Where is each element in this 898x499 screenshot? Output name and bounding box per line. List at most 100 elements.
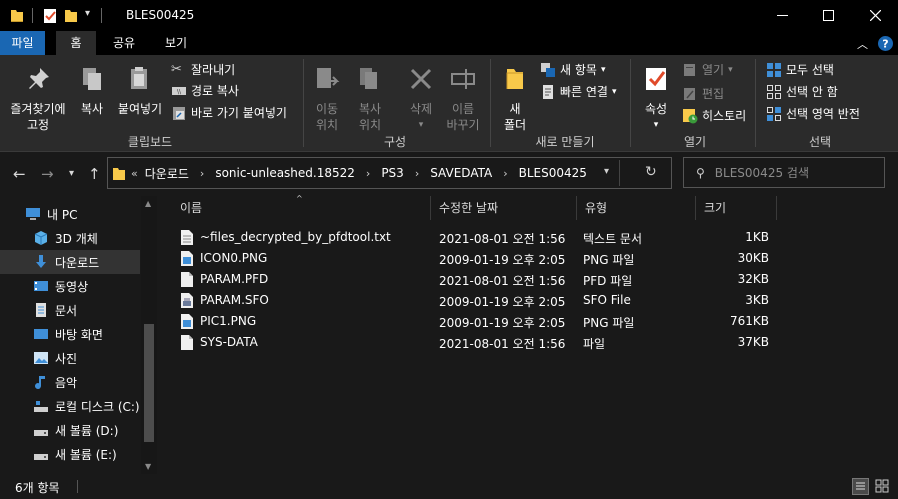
properties-check-icon xyxy=(646,68,666,90)
file-size: 761KB xyxy=(729,314,769,328)
breadcrumb-overflow[interactable]: « xyxy=(131,167,138,180)
properties-check-icon[interactable] xyxy=(42,7,58,24)
file-row[interactable]: ICON0.PNG 2009-01-19 오후 2:05 PNG 파일 30KB xyxy=(172,248,776,269)
new-folder-button[interactable]: 새 폴더 xyxy=(496,55,534,133)
minimize-button[interactable] xyxy=(759,0,805,31)
tab-share[interactable]: 공유 xyxy=(103,31,145,55)
up-arrow-icon[interactable]: ↑ xyxy=(88,165,101,183)
breadcrumb-item[interactable]: SAVEDATA xyxy=(430,166,492,180)
delete-x-icon xyxy=(410,68,432,90)
copy-button[interactable]: 복사 xyxy=(72,55,112,117)
nav-item-this-pc[interactable]: 내 PC xyxy=(0,202,140,226)
paste-button[interactable]: 붙여넣기 xyxy=(112,55,168,117)
file-name: PARAM.PFD xyxy=(200,272,269,286)
paste-shortcut-button[interactable]: 바로 가기 붙여넣기 xyxy=(171,103,287,123)
large-icons-view-button[interactable] xyxy=(874,478,891,495)
picture-icon xyxy=(34,352,48,364)
address-dropdown-icon[interactable]: ▾ xyxy=(604,166,609,177)
document-icon xyxy=(36,303,46,317)
nav-item-downloads[interactable]: 다운로드 xyxy=(0,250,140,274)
easy-access-button[interactable]: 빠른 연결 ▾ xyxy=(540,82,617,102)
collapse-ribbon-icon[interactable]: ︿ xyxy=(857,36,868,52)
file-type: 파일 xyxy=(583,337,606,351)
copy-to-button[interactable]: 복사 위치 xyxy=(350,55,390,133)
delete-button[interactable]: 삭제 ▾ xyxy=(401,55,441,133)
file-row[interactable]: ~files_decrypted_by_pfdtool.txt 2021-08-… xyxy=(172,227,776,248)
open-icon xyxy=(684,64,695,76)
file-row[interactable]: SYS-DATA 2021-08-01 오전 1:56 파일 37KB xyxy=(172,332,776,353)
cut-button[interactable]: ✂ 잘라내기 xyxy=(171,60,235,80)
nav-item-documents[interactable]: 문서 xyxy=(0,298,140,322)
navigation-pane-scrollbar[interactable]: ▲ ▼ xyxy=(141,196,157,478)
ribbon-tab-bar: 파일 홈 공유 보기 ︿ ? xyxy=(0,31,898,55)
breadcrumb-item[interactable]: BLES00425 xyxy=(519,166,587,180)
refresh-icon[interactable]: ↻ xyxy=(645,164,657,180)
breadcrumb-chevron-icon[interactable]: › xyxy=(415,167,419,180)
breadcrumb-item[interactable]: sonic-unleashed.18522 xyxy=(215,166,355,180)
forward-arrow-icon[interactable]: → xyxy=(41,165,54,183)
tab-home[interactable]: 홈 xyxy=(56,31,96,55)
breadcrumb-item[interactable]: 다운로드 xyxy=(145,165,189,182)
invert-selection-button[interactable]: 선택 영역 반전 xyxy=(766,104,860,124)
tab-view[interactable]: 보기 xyxy=(155,31,197,55)
maximize-button[interactable] xyxy=(805,0,851,31)
status-bar: 6개 항목 xyxy=(0,474,898,499)
new-folder-icon[interactable] xyxy=(64,7,78,24)
nav-item-drive-c[interactable]: 로컬 디스크 (C:) xyxy=(0,394,140,418)
help-icon[interactable]: ? xyxy=(878,36,893,51)
nav-item-drive-e[interactable]: 새 볼륨 (E:) xyxy=(0,442,140,466)
paste-shortcut-icon xyxy=(173,107,185,120)
history-button[interactable]: 히스토리 xyxy=(682,106,746,126)
column-header-size[interactable]: 크기 xyxy=(696,196,777,220)
breadcrumb-chevron-icon[interactable]: › xyxy=(200,167,204,180)
close-icon xyxy=(869,10,881,21)
move-to-label: 이동 위치 xyxy=(315,102,339,132)
nav-item-videos[interactable]: 동영상 xyxy=(0,274,140,298)
navigation-pane: 내 PC 3D 개체 다운로드 동영상 문서 바탕 화면 사진 음악 로컬 디스… xyxy=(0,196,157,474)
breadcrumb-chevron-icon[interactable]: › xyxy=(366,167,370,180)
scrollbar-thumb[interactable] xyxy=(144,324,154,442)
new-item-button[interactable]: 새 항목 ▾ xyxy=(540,60,605,80)
nav-item-pictures[interactable]: 사진 xyxy=(0,346,140,370)
nav-item-3d-objects[interactable]: 3D 개체 xyxy=(0,226,140,250)
delete-label: 삭제 xyxy=(409,102,433,116)
open-dropdown-icon: ▾ xyxy=(728,65,733,75)
select-none-button[interactable]: 선택 안 함 xyxy=(766,82,838,102)
delete-dropdown-icon[interactable]: ▾ xyxy=(401,117,441,133)
edit-icon xyxy=(684,88,695,100)
breadcrumb-item[interactable]: PS3 xyxy=(381,166,404,180)
properties-button[interactable]: 속성 ▾ xyxy=(636,55,676,133)
details-view-button[interactable] xyxy=(852,478,869,495)
scroll-down-icon[interactable]: ▼ xyxy=(145,462,151,471)
address-bar[interactable]: « 다운로드 › sonic-unleashed.18522 › PS3 › S… xyxy=(107,157,672,189)
open-button[interactable]: 열기 ▾ xyxy=(682,60,733,80)
select-all-button[interactable]: 모두 선택 xyxy=(766,60,834,80)
nav-item-desktop[interactable]: 바탕 화면 xyxy=(0,322,140,346)
nav-label: 음악 xyxy=(55,375,78,390)
nav-item-music[interactable]: 음악 xyxy=(0,370,140,394)
file-row[interactable]: PIC1.PNG 2009-01-19 오후 2:05 PNG 파일 761KB xyxy=(172,311,776,332)
copy-path-label: 경로 복사 xyxy=(191,84,239,98)
rename-button[interactable]: 이름 바꾸기 xyxy=(441,55,485,133)
move-to-button[interactable]: 이동 위치 xyxy=(308,55,346,133)
properties-dropdown-icon[interactable]: ▾ xyxy=(636,117,676,133)
column-header-modified[interactable]: 수정한 날짜 xyxy=(431,196,577,220)
scroll-up-icon[interactable]: ▲ xyxy=(145,199,151,208)
breadcrumb-chevron-icon[interactable]: › xyxy=(503,167,507,180)
tab-file[interactable]: 파일 xyxy=(0,31,45,55)
copy-path-button[interactable]: \\ 경로 복사 xyxy=(171,81,239,101)
quick-access-dropdown-icon[interactable]: ▾ xyxy=(85,8,90,19)
file-row[interactable]: PARAM.PFD 2021-08-01 오전 1:56 PFD 파일 32KB xyxy=(172,269,776,290)
back-arrow-icon[interactable]: ← xyxy=(13,165,26,183)
file-row[interactable]: PARAM.SFO 2009-01-19 오후 2:05 SFO File 3K… xyxy=(172,290,776,311)
column-header-name[interactable]: 이름 xyxy=(172,196,431,220)
nav-item-drive-d[interactable]: 새 볼륨 (D:) xyxy=(0,418,140,442)
recent-locations-dropdown-icon[interactable]: ▾ xyxy=(69,168,74,179)
close-button[interactable] xyxy=(852,0,898,31)
window-title: BLES00425 xyxy=(126,8,195,22)
ribbon: 즐겨찾기에 고정 복사 붙여넣기 ✂ 잘라내기 \\ 경로 복사 바로 가기 붙… xyxy=(0,55,898,152)
search-box[interactable]: ⚲ BLES00425 검색 xyxy=(683,157,885,188)
column-header-type[interactable]: 유형 xyxy=(577,196,696,220)
edit-button[interactable]: 편집 xyxy=(682,84,724,104)
pin-to-quick-access-button[interactable]: 즐겨찾기에 고정 xyxy=(4,55,72,133)
